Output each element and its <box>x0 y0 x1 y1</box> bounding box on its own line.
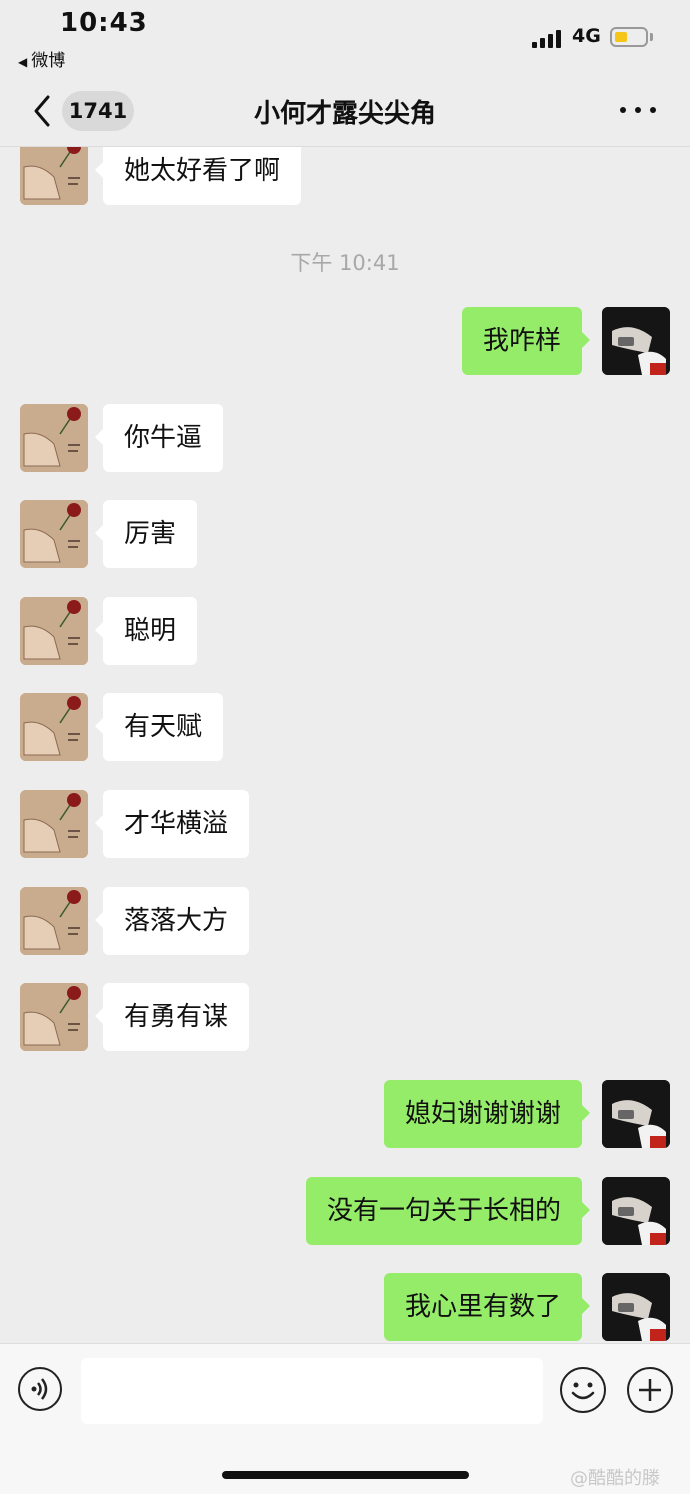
home-indicator[interactable] <box>222 1471 469 1479</box>
message-row: 她太好看了啊 <box>0 147 690 207</box>
contact-avatar[interactable] <box>20 147 88 205</box>
received-message-bubble[interactable]: 才华横溢 <box>94 790 250 858</box>
contact-avatar[interactable] <box>20 790 88 858</box>
message-row: 落落大方 <box>0 887 690 957</box>
back-to-app-link[interactable]: ◀ 微博 <box>18 46 65 71</box>
chat-header: 小何才露尖尖角 1741 <box>0 80 690 147</box>
message-row: 我咋样 <box>0 307 690 377</box>
input-bar: @酷酷的滕 <box>0 1343 690 1494</box>
my-avatar[interactable] <box>602 1080 670 1148</box>
signal-icon <box>532 30 564 48</box>
received-message-bubble[interactable]: 你牛逼 <box>94 404 224 472</box>
message-row: 厉害 <box>0 500 690 570</box>
sent-message-bubble[interactable]: 我心里有数了 <box>383 1273 591 1341</box>
back-chevron-icon[interactable] <box>30 94 56 128</box>
message-row: 聪明 <box>0 597 690 667</box>
unread-count-badge[interactable]: 1741 <box>62 91 134 131</box>
back-triangle-icon: ◀ <box>18 55 28 69</box>
watermark: @酷酷的滕 <box>570 1468 660 1489</box>
sent-message-bubble[interactable]: 没有一句关于长相的 <box>305 1177 591 1245</box>
message-row: 媳妇谢谢谢谢 <box>0 1080 690 1150</box>
sent-message-bubble[interactable]: 媳妇谢谢谢谢 <box>383 1080 591 1148</box>
received-message-bubble[interactable]: 厉害 <box>94 500 198 568</box>
message-row: 没有一句关于长相的 <box>0 1177 690 1247</box>
contact-avatar[interactable] <box>20 887 88 955</box>
received-message-bubble[interactable]: 聪明 <box>94 597 198 665</box>
my-avatar[interactable] <box>602 1177 670 1245</box>
message-row: 有天赋 <box>0 693 690 763</box>
plus-icon[interactable] <box>627 1367 673 1413</box>
voice-icon[interactable] <box>18 1367 62 1411</box>
more-icon[interactable] <box>618 102 658 116</box>
message-row: 我心里有数了 <box>0 1273 690 1342</box>
contact-avatar[interactable] <box>20 597 88 665</box>
back-app-label: 微博 <box>31 51 66 71</box>
received-message-bubble[interactable]: 有勇有谋 <box>94 983 250 1051</box>
contact-avatar[interactable] <box>20 693 88 761</box>
received-message-bubble[interactable]: 她太好看了啊 <box>94 147 302 205</box>
status-time: 10:43 <box>60 8 148 38</box>
sent-message-bubble[interactable]: 我咋样 <box>461 307 591 375</box>
received-message-bubble[interactable]: 落落大方 <box>94 887 250 955</box>
contact-avatar[interactable] <box>20 404 88 472</box>
contact-avatar[interactable] <box>20 500 88 568</box>
received-message-bubble[interactable]: 有天赋 <box>94 693 224 761</box>
battery-icon <box>610 27 648 47</box>
message-row: 才华横溢 <box>0 790 690 860</box>
contact-avatar[interactable] <box>20 983 88 1051</box>
message-timestamp: 下午 10:41 <box>290 251 400 275</box>
my-avatar[interactable] <box>602 1273 670 1341</box>
message-input[interactable] <box>81 1358 543 1424</box>
message-row: 你牛逼 <box>0 404 690 474</box>
network-type: 4G <box>572 25 601 47</box>
my-avatar[interactable] <box>602 307 670 375</box>
status-bar: 10:43 ◀ 微博 4G <box>0 0 690 80</box>
chat-messages[interactable]: 她太好看了啊 下午 10:41 我咋样 你牛逼 厉害 聪明 有天赋 才华横溢 落… <box>0 147 690 1342</box>
message-row: 有勇有谋 <box>0 983 690 1053</box>
emoji-icon[interactable] <box>560 1367 606 1413</box>
battery-tip <box>650 33 653 41</box>
